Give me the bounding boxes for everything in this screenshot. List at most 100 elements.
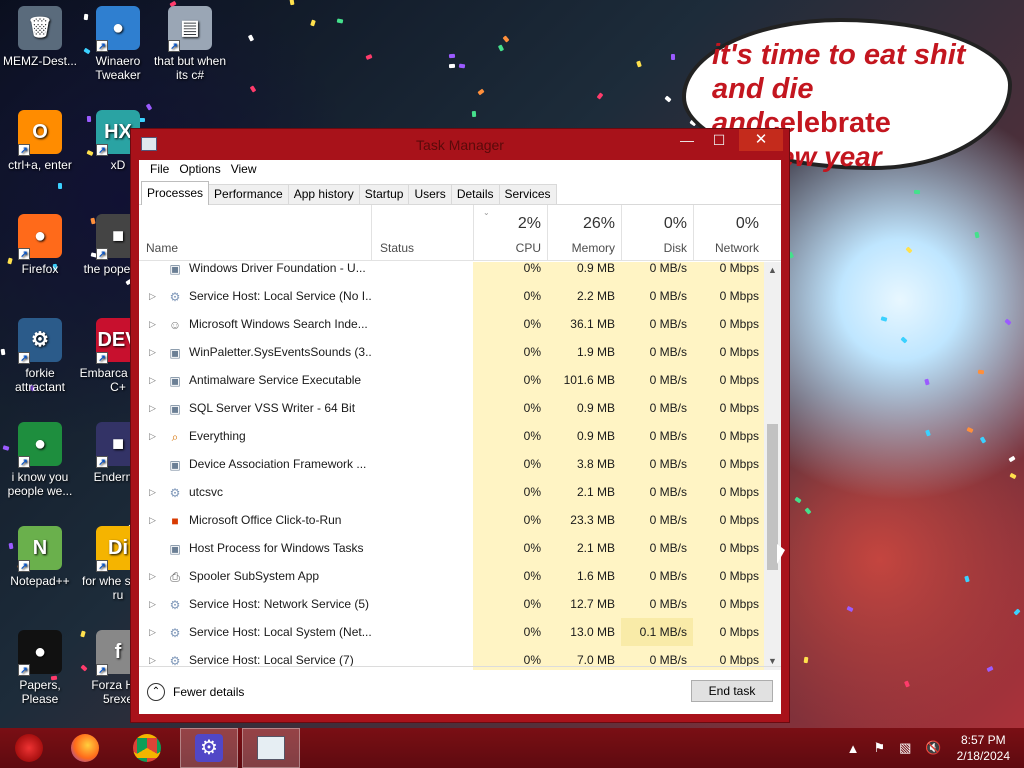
confetti-piece (1009, 472, 1017, 480)
shortcut-arrow-icon: ↗ (96, 560, 108, 572)
maximize-button[interactable]: ☐ (705, 129, 733, 151)
taskbar-firefox[interactable] (56, 728, 114, 768)
process-row[interactable]: ▣ Windows Driver Foundation - U... 0% 0.9 M… (139, 262, 781, 282)
expand-chevron-icon[interactable]: ▷ (149, 655, 157, 665)
confetti-piece (803, 656, 809, 664)
column-memory[interactable]: Memory (547, 241, 615, 255)
process-cpu: 0% (473, 282, 547, 310)
process-name: Windows Driver Foundation - U... (189, 262, 366, 275)
action-center-flag-icon[interactable]: ⚑ (873, 740, 885, 756)
confetti-piece (497, 44, 505, 52)
confetti-piece (636, 60, 642, 68)
process-row[interactable]: ▷ ⚙ Service Host: Network Service (5) 0% 12.… (139, 590, 781, 618)
process-network: 0 Mbps (693, 478, 765, 506)
process-name: Service Host: Local Service (No I... (189, 289, 371, 303)
desktop-icon[interactable]: ● ↗ Winaero Tweaker (78, 6, 158, 82)
process-icon: ▣ (169, 542, 181, 556)
process-row[interactable]: ▷ ⎙ Spooler SubSystem App 0% 1.6 MB 0 MB/s 0 M… (139, 562, 781, 590)
menu-view[interactable]: View (226, 162, 262, 180)
desktop-icon[interactable]: ▤ ↗ that but when its c# (150, 6, 230, 82)
confetti-piece (794, 496, 802, 504)
process-row[interactable]: ▷ ■ Microsoft Office Click-to-Run 0% 23.3 MB… (139, 506, 781, 534)
process-cpu: 0% (473, 262, 547, 282)
process-row[interactable]: ▷ ⚙ Service Host: Local System (Net... 0% 13… (139, 618, 781, 646)
desktop-icon[interactable]: ● ↗ i know you people we... (0, 422, 80, 498)
process-row[interactable]: ▣ Device Association Framework ... 0% 3.8 M… (139, 450, 781, 478)
process-cpu: 0% (473, 450, 547, 478)
column-name[interactable]: Name (146, 241, 178, 255)
menu-options[interactable]: Options (174, 162, 225, 180)
process-row[interactable]: ▷ ▣ SQL Server VSS Writer - 64 Bit 0% 0.9 MB… (139, 394, 781, 422)
start-button[interactable] (0, 728, 58, 768)
process-name: Host Process for Windows Tasks (189, 541, 364, 555)
process-list[interactable]: ▣ Windows Driver Foundation - U... 0% 0.9 M… (139, 262, 781, 670)
vertical-scrollbar[interactable]: ▲ ▼ (764, 262, 781, 670)
expand-chevron-icon[interactable]: ▷ (149, 431, 157, 441)
tab-app-history[interactable]: App history (287, 184, 360, 204)
process-name: Service Host: Local System (Net... (189, 625, 371, 639)
close-button[interactable]: ✕ (739, 129, 783, 151)
desktop-icon[interactable]: 🗑 MEMZ-Dest... (0, 6, 80, 68)
taskbar-chrome[interactable] (118, 728, 176, 768)
expand-chevron-icon[interactable]: ▷ (149, 347, 157, 357)
expand-chevron-icon[interactable]: ▷ (149, 375, 157, 385)
process-row[interactable]: ▷ ☺ Microsoft Windows Search Inde... 0% 36.1… (139, 310, 781, 338)
desktop-icon[interactable]: N ↗ Notepad++ (0, 526, 80, 588)
desktop-icon[interactable]: ● ↗ Firefox (0, 214, 80, 276)
task-manager-window[interactable]: Task Manager — ☐ ✕ File Options View Pro… (130, 128, 790, 723)
column-disk[interactable]: Disk (621, 241, 687, 255)
clock-date: 2/18/2024 (956, 749, 1010, 763)
clock[interactable]: 8:57 PM 2/18/2024 (957, 732, 1010, 764)
tab-startup[interactable]: Startup (358, 184, 410, 204)
confetti-piece (974, 231, 980, 239)
show-hidden-icons-icon[interactable]: ▲ (847, 741, 860, 756)
desktop-icon[interactable]: ● ↗ Papers, Please (0, 630, 80, 706)
process-row[interactable]: ▷ ▣ Antimalware Service Executable 0% 101.6 … (139, 366, 781, 394)
network-icon[interactable]: ▧ (899, 740, 911, 756)
process-row[interactable]: ▷ ⚙ utcsvc 0% 2.1 MB 0 MB/s 0 Mbps (139, 478, 781, 506)
volume-muted-icon[interactable]: 🔇 (925, 740, 941, 756)
process-row[interactable]: ▷ ⌕ Everything 0% 0.9 MB 0 MB/s 0 Mbps (139, 422, 781, 450)
tab-details[interactable]: Details (450, 184, 500, 204)
expand-chevron-icon[interactable]: ▷ (149, 515, 157, 525)
desktop-icon-label: ctrl+a, enter (8, 158, 72, 172)
process-row[interactable]: ▣ Host Process for Windows Tasks 0% 2.1 MB 0… (139, 534, 781, 562)
menu-file[interactable]: File (145, 162, 174, 180)
confetti-piece (880, 316, 888, 322)
expand-chevron-icon[interactable]: ▷ (149, 571, 157, 581)
minimize-button[interactable]: — (673, 129, 701, 151)
tab-processes[interactable]: Processes (141, 181, 210, 205)
expand-chevron-icon[interactable]: ▷ (149, 599, 157, 609)
expand-chevron-icon[interactable]: ▷ (149, 403, 157, 413)
column-status[interactable]: Status (380, 241, 414, 255)
process-row[interactable]: ▷ ▣ WinPaletter.SysEventsSounds (3... 0% 1.9… (139, 338, 781, 366)
expand-chevron-icon[interactable]: ▷ (149, 291, 157, 301)
scroll-up-icon[interactable]: ▲ (764, 262, 781, 279)
column-cpu[interactable]: CPU (473, 241, 541, 255)
desktop-icon[interactable]: O ↗ ctrl+a, enter (0, 110, 80, 172)
confetti-piece (336, 18, 344, 24)
end-task-button[interactable]: End task (691, 680, 773, 702)
fewer-details-button[interactable]: ⌃ Fewer details (147, 683, 244, 701)
title-bar[interactable]: Task Manager — ☐ ✕ (131, 129, 789, 161)
shortcut-arrow-icon: ↗ (96, 456, 108, 468)
expand-chevron-icon[interactable]: ▷ (149, 627, 157, 637)
tab-services[interactable]: Services (498, 184, 557, 204)
shortcut-icon: ● ↗ (18, 630, 62, 676)
desktop-icon[interactable]: ⚙ ↗ forkie attractant (0, 318, 80, 394)
confetti-piece (664, 95, 672, 103)
confetti-piece (977, 369, 985, 375)
taskbar-task-manager[interactable] (242, 728, 300, 768)
shortcut-arrow-icon: ↗ (18, 144, 30, 156)
expand-chevron-icon[interactable]: ▷ (149, 487, 157, 497)
shortcut-icon: O ↗ (18, 110, 62, 156)
process-row[interactable]: ▷ ⚙ Service Host: Local Service (No I... 0%… (139, 282, 781, 310)
footer-bar: ⌃ Fewer details End task (139, 666, 781, 714)
tab-performance[interactable]: Performance (208, 184, 289, 204)
confetti-piece (1013, 608, 1021, 616)
expand-chevron-icon[interactable]: ▷ (149, 319, 157, 329)
tab-users[interactable]: Users (408, 184, 452, 204)
taskbar-settings[interactable]: ⚙ (180, 728, 238, 768)
desktop-icon-label: Papers, Please (19, 678, 61, 706)
column-network[interactable]: Network (693, 241, 759, 255)
